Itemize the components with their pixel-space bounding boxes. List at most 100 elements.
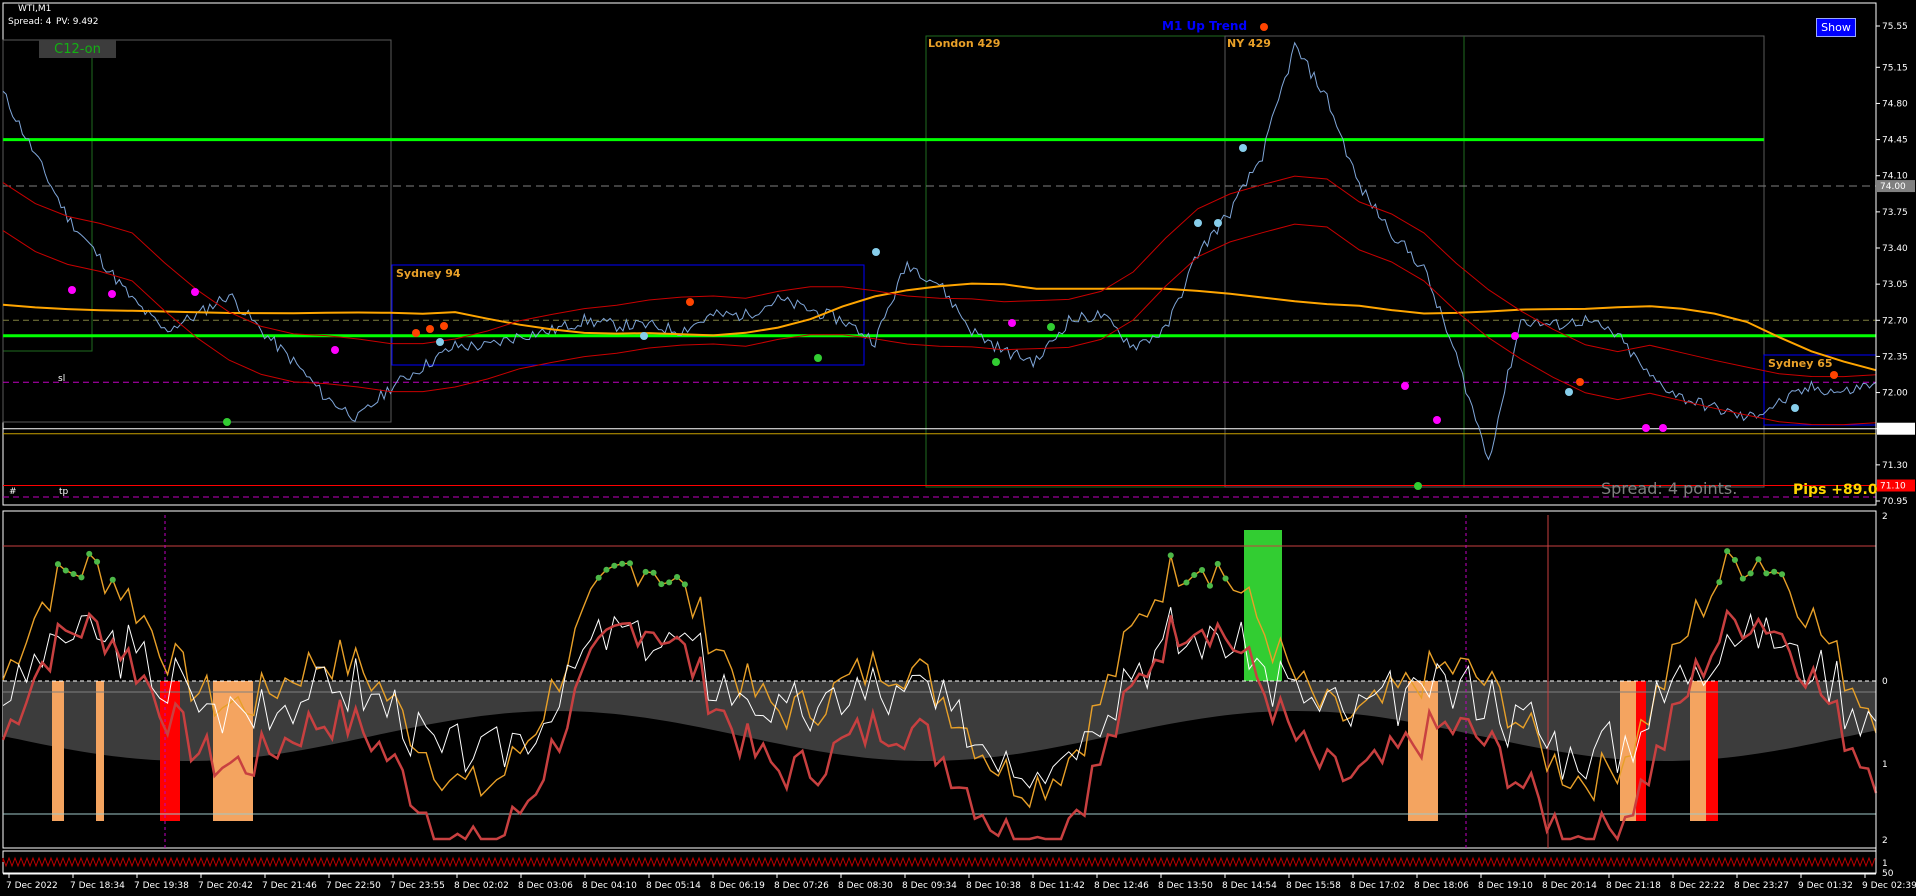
time-axis-label: 8 Dec 22:22 (1670, 881, 1725, 891)
time-axis-label: 8 Dec 02:02 (454, 881, 509, 891)
signal-marker[interactable] (440, 322, 448, 330)
signal-marker[interactable] (223, 418, 231, 426)
pips-label: Pips +89.0 (1793, 482, 1878, 498)
signal-marker[interactable] (1565, 388, 1573, 396)
price-axis-label: 71.30 (1882, 461, 1908, 471)
signal-marker[interactable] (1414, 482, 1422, 490)
histogram-bar-green (1244, 530, 1282, 681)
signal-marker[interactable] (1659, 424, 1667, 432)
histogram-bar (213, 681, 253, 821)
time-axis-label: 8 Dec 17:02 (1350, 881, 1405, 891)
price-axis-label: 72.70 (1882, 316, 1908, 326)
time-axis-label: 8 Dec 18:06 (1414, 881, 1469, 891)
signal-marker[interactable] (814, 354, 822, 362)
chart-canvas[interactable]: 75.5575.1574.8074.4574.1073.7573.4073.05… (0, 0, 1916, 896)
signal-marker[interactable] (1433, 416, 1441, 424)
chart-window[interactable]: 75.55 75.15 74.80 74.45 74.10 73.75 73.40 73.05… (0, 0, 1916, 896)
signal-marker[interactable] (436, 338, 444, 346)
histogram-bar (1706, 681, 1718, 821)
time-axis-label: 7 Dec 20:42 (198, 881, 253, 891)
session-box-green (2, 39, 93, 352)
signal-marker[interactable] (686, 298, 694, 306)
london-session-box (925, 35, 1226, 488)
histogram-bar (96, 681, 104, 821)
time-axis-label: 7 Dec 21:46 (262, 881, 317, 891)
signal-marker[interactable] (1576, 378, 1584, 386)
time-axis-label: 8 Dec 23:27 (1734, 881, 1789, 891)
time-axis-label: 8 Dec 08:30 (838, 881, 893, 891)
spread-label: Spread: 4 (8, 17, 52, 27)
sydney-session-label: Sydney 94 (396, 267, 461, 280)
signal-marker[interactable] (1401, 382, 1409, 390)
time-axis-label: 8 Dec 05:14 (646, 881, 701, 891)
signal-marker[interactable] (992, 358, 1000, 366)
price-axis-label: 74.45 (1882, 136, 1908, 146)
show-button[interactable]: Show (1816, 18, 1856, 37)
signal-marker[interactable] (1642, 424, 1650, 432)
signal-marker[interactable] (331, 346, 339, 354)
signal-marker[interactable] (1791, 404, 1799, 412)
histogram-bar (52, 681, 64, 821)
signal-marker[interactable] (191, 288, 199, 296)
price-axis-label: 75.55 (1882, 22, 1908, 32)
time-axis-label: 7 Dec 22:50 (326, 881, 381, 891)
price-line[interactable] (2, 41, 1877, 461)
signal-marker[interactable] (1260, 23, 1268, 31)
time-axis-label: 8 Dec 03:06 (518, 881, 573, 891)
tp-label: tp (59, 487, 69, 497)
signal-marker[interactable] (1008, 319, 1016, 327)
signal-marker[interactable] (1830, 371, 1838, 379)
time-axis-label: 9 Dec 02:39 (1862, 881, 1916, 891)
london-session-label: London 429 (928, 37, 1001, 50)
signal-marker[interactable] (426, 325, 434, 333)
price-marker-label: 71.65 (1880, 425, 1906, 435)
time-axis-label: 8 Dec 11:42 (1030, 881, 1085, 891)
bottom-indicator-wave (2, 856, 1876, 868)
price-axis-label: 73.40 (1882, 244, 1908, 254)
spread-points-label: Spread: 4 points. (1601, 479, 1738, 498)
c12-toggle-button[interactable]: C12-on (39, 40, 116, 58)
price-axis-label: 70.95 (1882, 497, 1908, 507)
signal-marker[interactable] (108, 290, 116, 298)
ny-session-label: NY 429 (1227, 37, 1271, 50)
trend-label: M1 Up Trend (1162, 19, 1248, 33)
histogram-bar (160, 681, 180, 821)
signal-marker[interactable] (1047, 323, 1055, 331)
signal-marker[interactable] (68, 286, 76, 294)
time-axis-label: 7 Dec 23:55 (390, 881, 445, 891)
indicator-axis-label: 0 (1882, 677, 1888, 687)
signal-marker[interactable] (872, 248, 880, 256)
time-axis-label: 8 Dec 06:19 (710, 881, 765, 891)
time-axis-label: 8 Dec 13:50 (1158, 881, 1213, 891)
indicator-axis-label: 50 (1882, 869, 1894, 879)
time-axis-label: 7 Dec 18:34 (70, 881, 125, 891)
price-axis-label: 72.00 (1882, 389, 1908, 399)
price-axis-label: 72.35 (1882, 352, 1908, 362)
sydney-session-box (391, 264, 865, 366)
time-axis-label: 8 Dec 09:34 (902, 881, 957, 891)
sydney-session-label-2: Sydney 65 (1768, 357, 1833, 370)
signal-marker[interactable] (1239, 144, 1247, 152)
signal-marker[interactable] (412, 329, 420, 337)
signal-marker[interactable] (1194, 219, 1202, 227)
histogram-bar (1690, 681, 1708, 821)
time-axis-label: 8 Dec 15:58 (1286, 881, 1341, 891)
price-axis-label: 74.80 (1882, 99, 1908, 109)
time-axis-label: 8 Dec 21:18 (1606, 881, 1661, 891)
indicator-axis-label: 1 (1882, 859, 1888, 869)
hash-label: # (9, 487, 17, 497)
sl-label: sl (58, 374, 66, 384)
moving-average-slow[interactable] (2, 282, 1877, 372)
indicator-axis-label: 2 (1882, 836, 1888, 846)
time-axis-label: 9 Dec 01:32 (1798, 881, 1853, 891)
oscillator-line[interactable] (2, 549, 1877, 809)
time-axis-label: 7 Dec 2022 (6, 881, 58, 891)
time-axis-label: 8 Dec 07:26 (774, 881, 829, 891)
indicator-axis-label: 2 (1882, 512, 1888, 522)
indicator-axis-label: 1 (1882, 760, 1888, 770)
oscillator-overbought-highlight (54, 548, 1786, 589)
signal-marker[interactable] (1214, 219, 1222, 227)
signal-marker[interactable] (640, 332, 648, 340)
signal-marker[interactable] (1511, 332, 1519, 340)
time-axis-label: 7 Dec 19:38 (134, 881, 189, 891)
